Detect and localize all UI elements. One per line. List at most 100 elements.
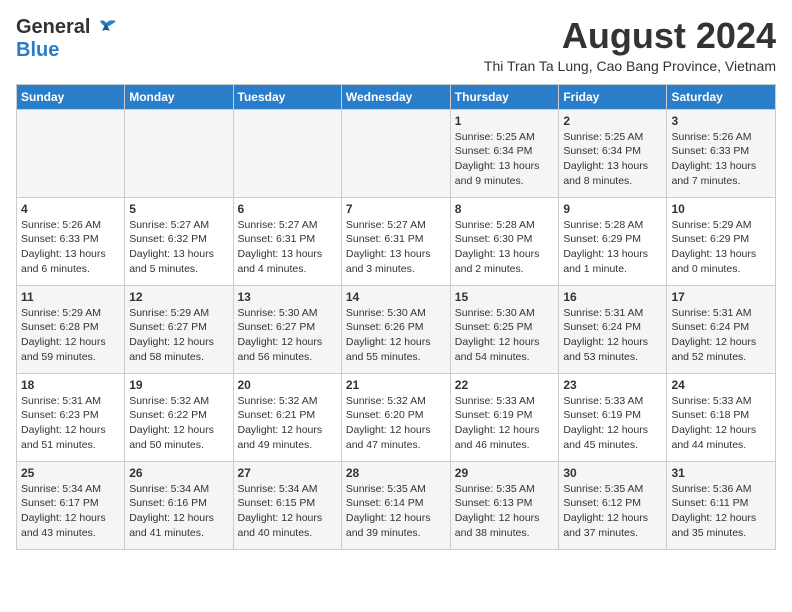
day-of-week-header: Sunday bbox=[17, 84, 125, 109]
day-number: 30 bbox=[563, 466, 662, 480]
day-info: Sunrise: 5:27 AM Sunset: 6:31 PM Dayligh… bbox=[346, 218, 446, 277]
calendar-day-cell: 17 Sunrise: 5:31 AM Sunset: 6:24 PM Dayli… bbox=[667, 285, 776, 373]
calendar-day-cell: 23Sunrise: 5:33 AM Sunset: 6:19 PM Dayli… bbox=[559, 373, 667, 461]
day-number: 17 bbox=[671, 290, 771, 304]
day-info: Sunrise: 5:35 AM Sunset: 6:14 PM Dayligh… bbox=[346, 482, 446, 541]
day-number: 31 bbox=[671, 466, 771, 480]
day-info: Sunrise: 5:25 AM Sunset: 6:34 PM Dayligh… bbox=[455, 130, 555, 189]
calendar-day-cell: 26 Sunrise: 5:34 AM Sunset: 6:16 PM Dayli… bbox=[125, 461, 233, 549]
calendar-day-cell: 22Sunrise: 5:33 AM Sunset: 6:19 PM Dayli… bbox=[450, 373, 559, 461]
page-header: General Blue August 2024 Thi Tran Ta Lun… bbox=[16, 16, 776, 74]
day-number: 5 bbox=[129, 202, 228, 216]
day-number: 9 bbox=[563, 202, 662, 216]
calendar-week-row: 25Sunrise: 5:34 AM Sunset: 6:17 PM Dayli… bbox=[17, 461, 776, 549]
day-info: Sunrise: 5:27 AM Sunset: 6:32 PM Dayligh… bbox=[129, 218, 228, 277]
day-info: Sunrise: 5:34 AM Sunset: 6:16 PM Dayligh… bbox=[129, 482, 228, 541]
day-info: Sunrise: 5:28 AM Sunset: 6:29 PM Dayligh… bbox=[563, 218, 662, 277]
day-of-week-header: Saturday bbox=[667, 84, 776, 109]
calendar-day-cell: 28Sunrise: 5:35 AM Sunset: 6:14 PM Dayli… bbox=[341, 461, 450, 549]
logo-general: General bbox=[16, 16, 90, 38]
calendar-day-cell bbox=[125, 109, 233, 197]
day-of-week-header: Thursday bbox=[450, 84, 559, 109]
day-number: 12 bbox=[129, 290, 228, 304]
logo: General Blue bbox=[16, 16, 120, 62]
day-number: 10 bbox=[671, 202, 771, 216]
day-info: Sunrise: 5:25 AM Sunset: 6:34 PM Dayligh… bbox=[563, 130, 662, 189]
day-number: 26 bbox=[129, 466, 228, 480]
day-number: 4 bbox=[21, 202, 120, 216]
calendar-day-cell: 10 Sunrise: 5:29 AM Sunset: 6:29 PM Dayli… bbox=[667, 197, 776, 285]
calendar-day-cell: 6 Sunrise: 5:27 AM Sunset: 6:31 PM Daylig… bbox=[233, 197, 341, 285]
day-info: Sunrise: 5:33 AM Sunset: 6:19 PM Dayligh… bbox=[455, 394, 555, 453]
day-info: Sunrise: 5:29 AM Sunset: 6:28 PM Dayligh… bbox=[21, 306, 120, 365]
calendar-day-cell bbox=[341, 109, 450, 197]
day-info: Sunrise: 5:36 AM Sunset: 6:11 PM Dayligh… bbox=[671, 482, 771, 541]
calendar-day-cell: 8 Sunrise: 5:28 AM Sunset: 6:30 PM Daylig… bbox=[450, 197, 559, 285]
calendar-day-cell: 3 Sunrise: 5:26 AM Sunset: 6:33 PM Daylig… bbox=[667, 109, 776, 197]
calendar-day-cell: 27 Sunrise: 5:34 AM Sunset: 6:15 PM Dayli… bbox=[233, 461, 341, 549]
calendar-day-cell: 16Sunrise: 5:31 AM Sunset: 6:24 PM Dayli… bbox=[559, 285, 667, 373]
day-info: Sunrise: 5:31 AM Sunset: 6:24 PM Dayligh… bbox=[671, 306, 771, 365]
day-info: Sunrise: 5:33 AM Sunset: 6:18 PM Dayligh… bbox=[671, 394, 771, 453]
calendar-day-cell bbox=[17, 109, 125, 197]
logo-bird-icon bbox=[92, 19, 120, 41]
day-number: 8 bbox=[455, 202, 555, 216]
day-info: Sunrise: 5:30 AM Sunset: 6:26 PM Dayligh… bbox=[346, 306, 446, 365]
calendar-day-cell: 12 Sunrise: 5:29 AM Sunset: 6:27 PM Dayli… bbox=[125, 285, 233, 373]
calendar-day-cell: 13 Sunrise: 5:30 AM Sunset: 6:27 PM Dayli… bbox=[233, 285, 341, 373]
day-info: Sunrise: 5:30 AM Sunset: 6:27 PM Dayligh… bbox=[238, 306, 337, 365]
calendar-day-cell bbox=[233, 109, 341, 197]
day-info: Sunrise: 5:27 AM Sunset: 6:31 PM Dayligh… bbox=[238, 218, 337, 277]
calendar-day-cell: 11 Sunrise: 5:29 AM Sunset: 6:28 PM Dayli… bbox=[17, 285, 125, 373]
day-of-week-header: Tuesday bbox=[233, 84, 341, 109]
day-of-week-header: Friday bbox=[559, 84, 667, 109]
day-info: Sunrise: 5:30 AM Sunset: 6:25 PM Dayligh… bbox=[455, 306, 555, 365]
day-number: 21 bbox=[346, 378, 446, 392]
day-number: 20 bbox=[238, 378, 337, 392]
calendar-day-cell: 7 Sunrise: 5:27 AM Sunset: 6:31 PM Daylig… bbox=[341, 197, 450, 285]
day-number: 7 bbox=[346, 202, 446, 216]
day-info: Sunrise: 5:31 AM Sunset: 6:24 PM Dayligh… bbox=[563, 306, 662, 365]
title-block: August 2024 Thi Tran Ta Lung, Cao Bang P… bbox=[484, 16, 776, 74]
calendar-day-cell: 19 Sunrise: 5:32 AM Sunset: 6:22 PM Dayli… bbox=[125, 373, 233, 461]
day-of-week-header: Wednesday bbox=[341, 84, 450, 109]
day-info: Sunrise: 5:32 AM Sunset: 6:20 PM Dayligh… bbox=[346, 394, 446, 453]
day-number: 3 bbox=[671, 114, 771, 128]
day-info: Sunrise: 5:29 AM Sunset: 6:29 PM Dayligh… bbox=[671, 218, 771, 277]
calendar-day-cell: 9 Sunrise: 5:28 AM Sunset: 6:29 PM Daylig… bbox=[559, 197, 667, 285]
day-number: 15 bbox=[455, 290, 555, 304]
day-info: Sunrise: 5:29 AM Sunset: 6:27 PM Dayligh… bbox=[129, 306, 228, 365]
calendar-header: SundayMondayTuesdayWednesdayThursdayFrid… bbox=[17, 84, 776, 109]
day-number: 14 bbox=[346, 290, 446, 304]
day-info: Sunrise: 5:34 AM Sunset: 6:17 PM Dayligh… bbox=[21, 482, 120, 541]
calendar-day-cell: 18Sunrise: 5:31 AM Sunset: 6:23 PM Dayli… bbox=[17, 373, 125, 461]
calendar-day-cell: 14 Sunrise: 5:30 AM Sunset: 6:26 PM Dayli… bbox=[341, 285, 450, 373]
day-info: Sunrise: 5:28 AM Sunset: 6:30 PM Dayligh… bbox=[455, 218, 555, 277]
calendar-week-row: 4 Sunrise: 5:26 AM Sunset: 6:33 PM Daylig… bbox=[17, 197, 776, 285]
day-info: Sunrise: 5:26 AM Sunset: 6:33 PM Dayligh… bbox=[21, 218, 120, 277]
calendar-day-cell: 1 Sunrise: 5:25 AM Sunset: 6:34 PM Daylig… bbox=[450, 109, 559, 197]
day-number: 19 bbox=[129, 378, 228, 392]
day-of-week-header: Monday bbox=[125, 84, 233, 109]
calendar-day-cell: 29Sunrise: 5:35 AM Sunset: 6:13 PM Dayli… bbox=[450, 461, 559, 549]
calendar-week-row: 11 Sunrise: 5:29 AM Sunset: 6:28 PM Dayli… bbox=[17, 285, 776, 373]
day-info: Sunrise: 5:31 AM Sunset: 6:23 PM Dayligh… bbox=[21, 394, 120, 453]
calendar-table: SundayMondayTuesdayWednesdayThursdayFrid… bbox=[16, 84, 776, 550]
days-of-week-row: SundayMondayTuesdayWednesdayThursdayFrid… bbox=[17, 84, 776, 109]
calendar-day-cell: 2Sunrise: 5:25 AM Sunset: 6:34 PM Daylig… bbox=[559, 109, 667, 197]
day-info: Sunrise: 5:34 AM Sunset: 6:15 PM Dayligh… bbox=[238, 482, 337, 541]
main-title: August 2024 bbox=[484, 16, 776, 56]
day-info: Sunrise: 5:32 AM Sunset: 6:22 PM Dayligh… bbox=[129, 394, 228, 453]
day-number: 13 bbox=[238, 290, 337, 304]
calendar-week-row: 18Sunrise: 5:31 AM Sunset: 6:23 PM Dayli… bbox=[17, 373, 776, 461]
day-info: Sunrise: 5:33 AM Sunset: 6:19 PM Dayligh… bbox=[563, 394, 662, 453]
day-number: 6 bbox=[238, 202, 337, 216]
day-info: Sunrise: 5:26 AM Sunset: 6:33 PM Dayligh… bbox=[671, 130, 771, 189]
day-number: 1 bbox=[455, 114, 555, 128]
day-number: 27 bbox=[238, 466, 337, 480]
calendar-day-cell: 15 Sunrise: 5:30 AM Sunset: 6:25 PM Dayli… bbox=[450, 285, 559, 373]
day-number: 11 bbox=[21, 290, 120, 304]
calendar-day-cell: 31 Sunrise: 5:36 AM Sunset: 6:11 PM Dayli… bbox=[667, 461, 776, 549]
calendar-day-cell: 25Sunrise: 5:34 AM Sunset: 6:17 PM Dayli… bbox=[17, 461, 125, 549]
day-info: Sunrise: 5:35 AM Sunset: 6:13 PM Dayligh… bbox=[455, 482, 555, 541]
